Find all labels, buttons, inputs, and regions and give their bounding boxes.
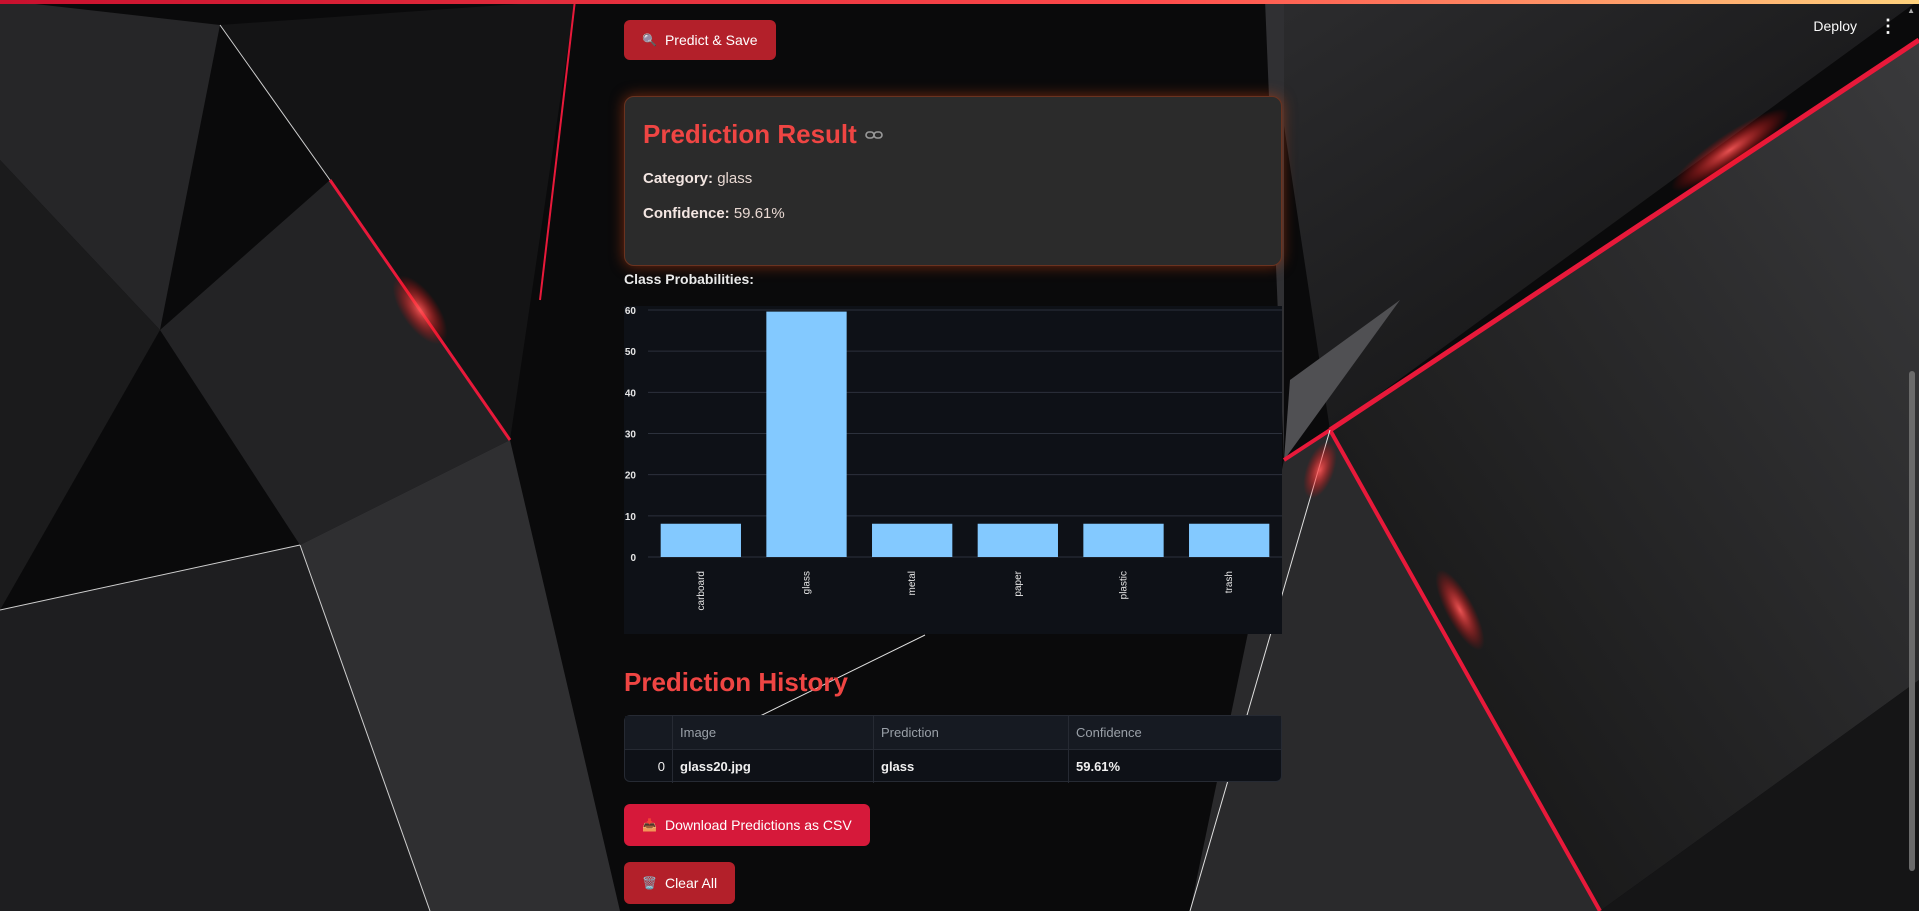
header-image[interactable]: Image [673,716,874,749]
bar-trash [1189,523,1270,557]
clear-all-label: Clear All [664,875,718,891]
class-probabilities-label: Class Probabilities: [624,271,754,287]
row-image[interactable]: glass20.jpg [673,750,874,783]
x-tick-label: glass [802,571,813,594]
predict-save-button[interactable]: 🔍 Predict & Save [624,20,776,60]
bar-carboard [660,523,741,557]
y-tick-label: 0 [630,553,636,564]
predict-save-label: Predict & Save [664,32,758,48]
header-confidence[interactable]: Confidence [1069,716,1271,749]
bar-chart-svg: 0 10 20 30 40 50 60 carboard glass metal paper plas… [625,306,1282,610]
y-tick-label: 30 [625,430,637,441]
prediction-result-heading: Prediction Result [643,119,1263,150]
prediction-history-table[interactable]: Image Prediction Confidence 0 glass20.jp… [624,715,1282,783]
y-tick-label: 50 [625,347,637,358]
bar-plastic [1083,523,1164,557]
bar-paper [977,523,1058,557]
prediction-result-card: Prediction Result Category: glass Confid… [624,96,1282,266]
table-row[interactable]: 0 glass20.jpg glass 59.61% [625,750,1281,783]
clear-all-button[interactable]: 🗑️ Clear All [624,862,736,904]
top-decoration-bar [0,0,1919,4]
category-row: Category: glass [643,170,1263,187]
confidence-value: 59.61% [733,205,785,222]
download-csv-button[interactable]: 📥 Download Predictions as CSV [624,804,870,846]
anchor-link-icon[interactable] [865,129,883,141]
scrollbar-thumb[interactable] [1909,371,1915,871]
y-tick-label: 10 [625,512,637,523]
row-prediction[interactable]: glass [874,750,1069,783]
download-csv-label: Download Predictions as CSV [664,817,852,833]
trash-icon: 🗑️ [642,876,657,890]
category-label: Category: [643,170,714,187]
deploy-button[interactable]: Deploy [1813,18,1857,34]
x-tick-label: metal [907,571,918,595]
scrollbar[interactable]: ▲ [1907,6,1917,906]
confidence-label: Confidence: [643,205,730,222]
scroll-up-arrow-icon[interactable]: ▲ [1907,6,1915,15]
bar-glass [766,311,847,557]
y-tick-label: 20 [625,471,637,482]
x-tick-label: paper [1013,570,1024,596]
header-index [625,716,673,749]
confidence-row: Confidence: 59.61% [643,205,1263,222]
x-tick-label: carboard [696,571,707,610]
prediction-result-title: Prediction Result [643,119,857,149]
header-toolbar: Deploy ⋮ [1813,17,1897,35]
x-tick-label: trash [1224,571,1235,593]
magnifier-icon: 🔍 [642,33,657,47]
x-tick-label: plastic [1119,571,1130,599]
y-tick-label: 40 [625,388,637,399]
category-value: glass [717,170,753,187]
row-confidence[interactable]: 59.61% [1069,750,1271,783]
class-probabilities-chart: 0 10 20 30 40 50 60 carboard glass metal paper plas… [624,306,1282,634]
y-tick-label: 60 [625,306,637,317]
download-tray-icon: 📥 [642,818,657,832]
bar-metal [872,523,953,557]
table-header-row: Image Prediction Confidence [625,716,1281,750]
prediction-history-title: Prediction History [624,667,848,697]
kebab-menu-icon[interactable]: ⋮ [1879,17,1897,35]
row-index: 0 [625,750,673,783]
header-prediction[interactable]: Prediction [874,716,1069,749]
